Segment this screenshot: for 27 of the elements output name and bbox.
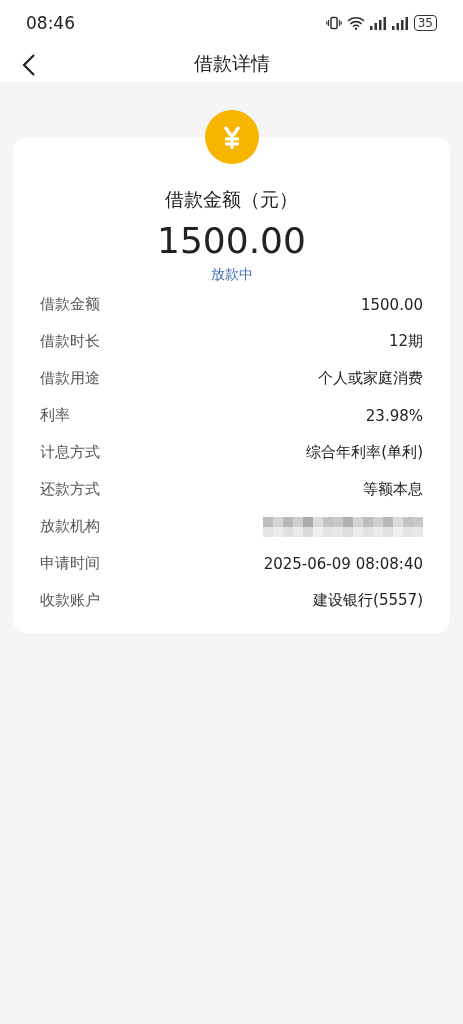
detail-value: 个人或家庭消费 (318, 369, 423, 389)
loan-status: 放款中 (210, 266, 253, 285)
detail-value: 建设银行(5557) (313, 591, 423, 611)
detail-label: 借款用途 (40, 369, 100, 389)
signal-icon (391, 16, 409, 30)
detail-value: 23.98% (365, 406, 423, 425)
detail-value: 等额本息 (363, 480, 423, 500)
detail-label: 利率 (40, 406, 70, 426)
detail-label: 借款时长 (40, 332, 100, 352)
detail-value: 2025-06-09 08:08:40 (263, 554, 423, 573)
battery-level: 35 (413, 15, 437, 31)
detail-label: 计息方式 (40, 443, 100, 463)
amount-label: 借款金额（元） (165, 187, 298, 212)
detail-value: 12期 (388, 332, 423, 352)
status-time: 08:46 (26, 13, 75, 33)
page-title: 借款详情 (193, 51, 270, 76)
detail-label: 借款金额 (40, 295, 100, 315)
vibrate-icon (325, 16, 342, 30)
wifi-icon (346, 16, 365, 30)
detail-label: 放款机构 (40, 517, 100, 537)
detail-label: 申请时间 (40, 554, 100, 574)
loan-amount: 1500.00 (157, 219, 306, 263)
detail-value: 1500.00 (360, 295, 423, 314)
detail-label: 还款方式 (40, 480, 100, 500)
signal-icon (369, 16, 387, 30)
detail-label: 收款账户 (40, 591, 100, 611)
detail-value: 综合年利率(单利) (306, 443, 423, 463)
